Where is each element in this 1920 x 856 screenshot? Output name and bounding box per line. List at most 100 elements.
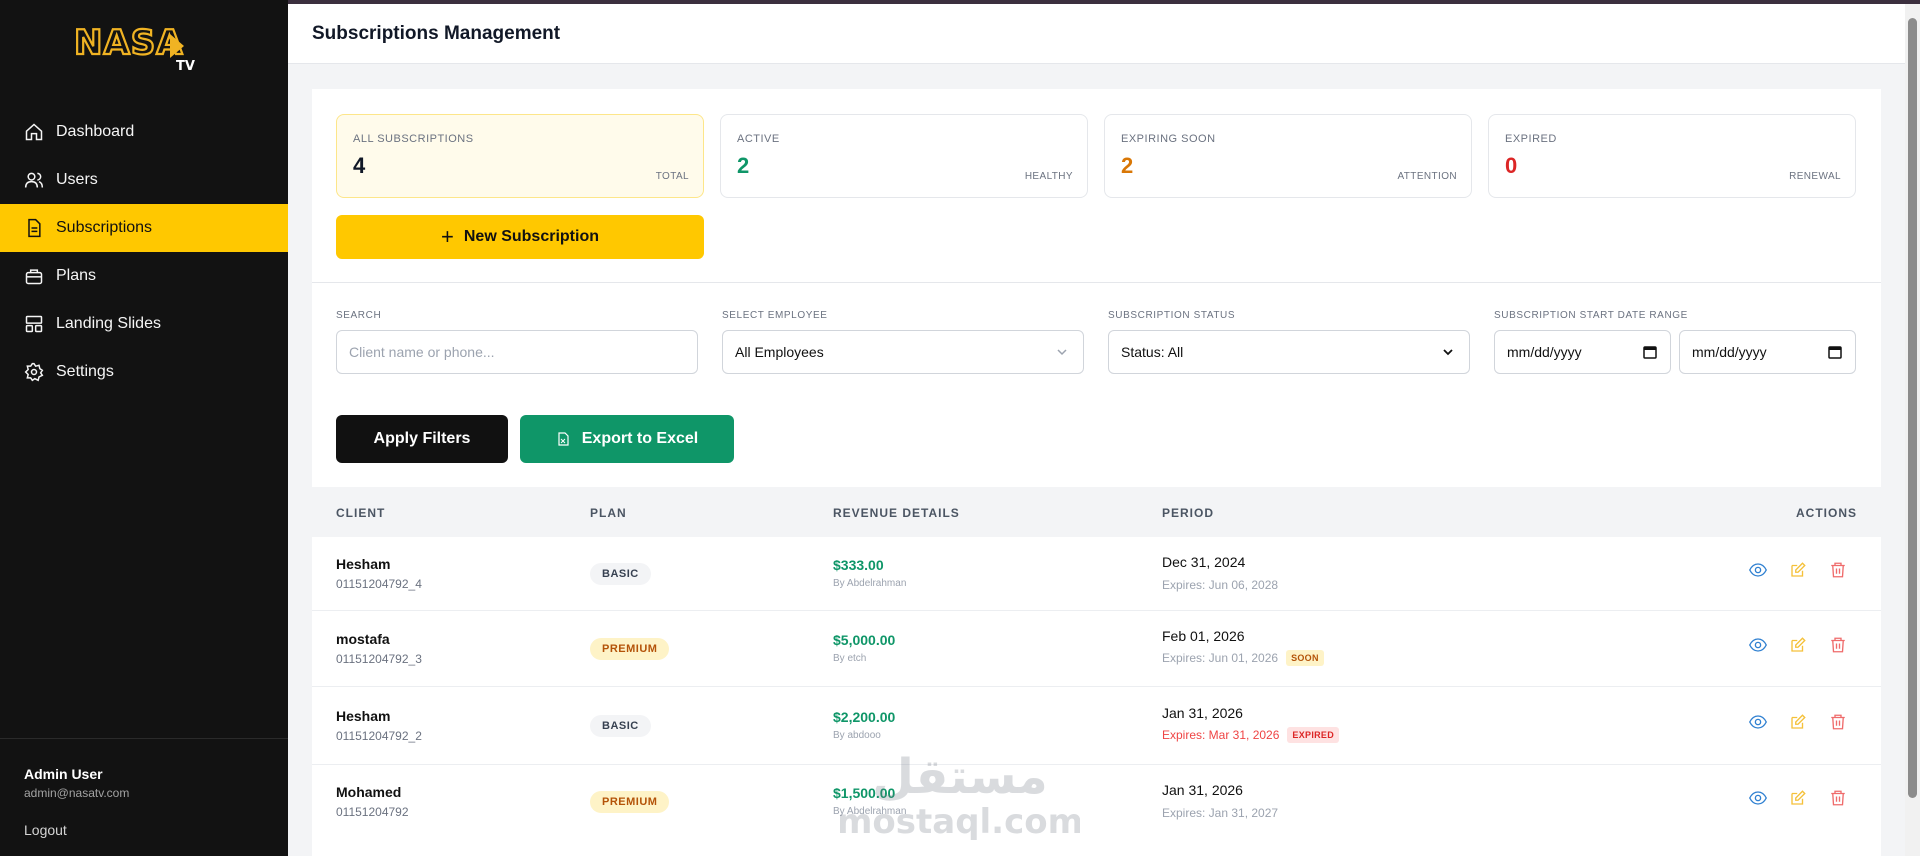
view-button[interactable] — [1748, 561, 1768, 579]
stat-expiring-soon: EXPIRING SOON 2 ATTENTION — [1104, 114, 1472, 198]
sidebar-item-label: Plans — [56, 267, 97, 284]
view-button[interactable] — [1748, 713, 1768, 731]
column-client: CLIENT — [336, 506, 386, 520]
briefcase-icon — [25, 269, 43, 285]
client-phone: 01151204792 — [336, 805, 409, 819]
client-name: Hesham — [336, 708, 391, 724]
page-header: Subscriptions Management — [288, 4, 1905, 64]
trash-icon — [1831, 562, 1845, 578]
scrollbar-thumb[interactable] — [1908, 18, 1917, 798]
revenue-amount: $1,500.00 — [833, 785, 896, 801]
calendar-icon[interactable] — [1827, 344, 1843, 360]
apply-filters-button[interactable]: Apply Filters — [336, 415, 508, 463]
search-label: SEARCH — [336, 310, 382, 321]
date-range-label: SUBSCRIPTION START DATE RANGE — [1494, 310, 1688, 321]
expires-text: Expires: Jan 31, 2027 — [1162, 806, 1279, 820]
users-icon — [24, 172, 44, 188]
revenue-amount: $333.00 — [833, 557, 884, 573]
delete-button[interactable] — [1829, 713, 1847, 731]
plan-badge: PREMIUM — [590, 791, 670, 813]
edit-icon — [1791, 790, 1806, 805]
revenue-by: By Abdelrahman — [833, 806, 907, 817]
sidebar-item-users[interactable]: Users — [0, 156, 288, 204]
trash-icon — [1831, 637, 1845, 653]
logout-link[interactable]: Logout — [24, 822, 264, 838]
sidebar-item-label: Dashboard — [56, 123, 135, 140]
column-period: PERIOD — [1162, 506, 1215, 520]
client-name: Mohamed — [336, 784, 402, 800]
client-phone: 01151204792_2 — [336, 729, 422, 743]
revenue-amount: $2,200.00 — [833, 709, 896, 725]
period-expires: Expires: Jun 06, 2028 — [1162, 578, 1278, 592]
stat-label: EXPIRED — [1505, 133, 1557, 145]
eye-icon — [1748, 638, 1768, 652]
stat-note: TOTAL — [655, 171, 689, 182]
edit-icon — [1791, 562, 1806, 577]
sidebar-item-settings[interactable]: Settings — [0, 348, 288, 396]
date-from-input[interactable]: mm/dd/yyyy — [1494, 330, 1671, 374]
expires-text: Expires: Jun 01, 2026 — [1162, 651, 1279, 665]
export-excel-label: Export to Excel — [581, 430, 699, 447]
column-revenue: REVENUE DETAILS — [833, 506, 960, 520]
date-from-placeholder: mm/dd/yyyy — [1507, 344, 1582, 360]
sidebar-nav: Dashboard Users Subscriptions Plans Land… — [0, 108, 288, 396]
delete-button[interactable] — [1829, 561, 1847, 579]
revenue-by: By abdooo — [833, 730, 881, 741]
calendar-icon[interactable] — [1642, 344, 1658, 360]
expires-text: Expires: Jun 06, 2028 — [1162, 578, 1279, 592]
stat-all-subscriptions: ALL SUBSCRIPTIONS 4 TOTAL — [336, 114, 704, 198]
status-select[interactable]: Status: All — [1108, 330, 1470, 374]
table-row: mostafa 01151204792_3 PREMIUM $5,000.00 … — [312, 611, 1881, 687]
plan-badge: PREMIUM — [590, 638, 670, 660]
search-input[interactable]: Client name or phone... — [336, 330, 698, 374]
view-button[interactable] — [1748, 789, 1768, 807]
edit-button[interactable] — [1789, 789, 1807, 807]
eye-icon — [1748, 791, 1768, 805]
eye-icon — [1748, 715, 1768, 729]
export-excel-button[interactable]: Export to Excel — [520, 415, 734, 463]
stat-value: 0 — [1505, 153, 1518, 178]
vertical-scrollbar[interactable] — [1905, 4, 1920, 856]
period-start: Jan 31, 2026 — [1162, 782, 1243, 798]
edit-icon — [1791, 714, 1806, 729]
edit-button[interactable] — [1789, 636, 1807, 654]
client-name: Hesham — [336, 556, 391, 572]
trash-icon — [1831, 714, 1845, 730]
delete-button[interactable] — [1829, 636, 1847, 654]
sidebar-item-plans[interactable]: Plans — [0, 252, 288, 300]
search-placeholder: Client name or phone... — [349, 344, 495, 360]
user-panel: Admin User admin@nasatv.com Logout — [0, 738, 288, 856]
delete-button[interactable] — [1829, 789, 1847, 807]
period-start: Jan 31, 2026 — [1162, 705, 1243, 721]
table-row: Hesham 01151204792_2 BASIC $2,200.00 By … — [312, 687, 1881, 765]
file-excel-icon — [558, 432, 569, 446]
section-divider — [312, 282, 1881, 283]
sidebar-item-landing-slides[interactable]: Landing Slides — [0, 300, 288, 348]
edit-button[interactable] — [1789, 713, 1807, 731]
svg-text:NASA: NASA — [74, 23, 184, 63]
stat-active: ACTIVE 2 HEALTHY — [720, 114, 1088, 198]
edit-button[interactable] — [1789, 561, 1807, 579]
view-button[interactable] — [1748, 636, 1768, 654]
stat-label: ACTIVE — [737, 133, 780, 145]
period-expires: Expires: Jun 01, 2026 SOON — [1162, 650, 1324, 666]
new-subscription-button[interactable]: + New Subscription — [336, 215, 704, 259]
revenue-by: By Abdelrahman — [833, 578, 907, 589]
date-to-input[interactable]: mm/dd/yyyy — [1679, 330, 1856, 374]
table-row: Hesham 01151204792_4 BASIC $333.00 By Ab… — [312, 537, 1881, 611]
stat-label: ALL SUBSCRIPTIONS — [353, 133, 474, 145]
stat-note: ATTENTION — [1397, 171, 1457, 182]
employee-select[interactable]: All Employees — [722, 330, 1084, 374]
sidebar-item-label: Landing Slides — [56, 315, 161, 332]
sidebar-item-label: Subscriptions — [56, 219, 153, 236]
status-selected-value: Status: All — [1121, 344, 1184, 360]
stat-value: 2 — [1121, 153, 1134, 178]
new-subscription-label: New Subscription — [463, 228, 599, 245]
period-expires: Expires: Jan 31, 2027 — [1162, 806, 1278, 820]
document-icon — [28, 218, 41, 238]
sidebar-item-subscriptions[interactable]: Subscriptions — [0, 204, 288, 252]
expires-text: Expires: Mar 31, 2026 — [1162, 728, 1280, 742]
sidebar-item-dashboard[interactable]: Dashboard — [0, 108, 288, 156]
table-row: Mohamed 01151204792 PREMIUM $1,500.00 By… — [312, 765, 1881, 837]
page-title: Subscriptions Management — [312, 23, 561, 44]
